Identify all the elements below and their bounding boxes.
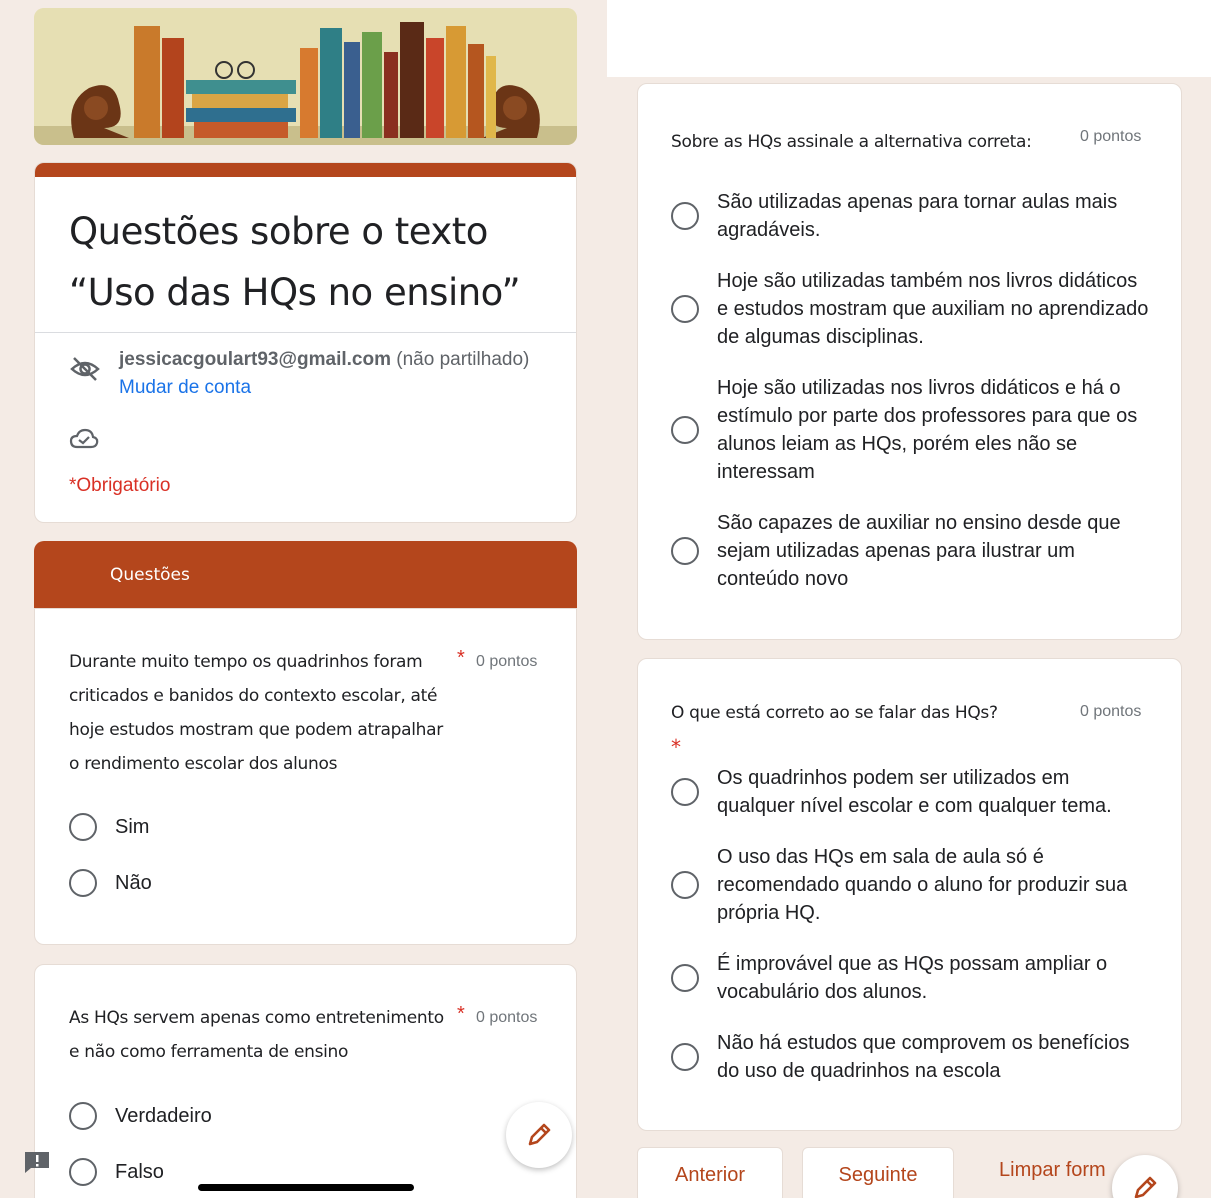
- option-row[interactable]: Não: [69, 869, 152, 897]
- option-row[interactable]: São utilizadas apenas para tornar aulas …: [671, 188, 1151, 244]
- option-row[interactable]: Sim: [69, 813, 149, 841]
- option-label: Os quadrinhos podem ser utilizados em qu…: [717, 767, 1112, 817]
- question-card: Sobre as HQs assinale a alternativa corr…: [637, 83, 1182, 640]
- question-card: Durante muito tempo os quadrinhos foram …: [34, 608, 577, 945]
- option-row[interactable]: Verdadeiro: [69, 1102, 212, 1130]
- section-header: Questões: [34, 541, 577, 608]
- radio-button-icon[interactable]: [69, 813, 97, 841]
- radio-button-icon[interactable]: [671, 964, 699, 992]
- option-label: Hoje são utilizadas nos livros didáticos…: [717, 377, 1138, 483]
- radio-button-icon[interactable]: [69, 1158, 97, 1186]
- question-text: Sobre as HQs assinale a alternativa corr…: [671, 132, 1032, 152]
- option-row[interactable]: Falso: [69, 1158, 164, 1186]
- option-label: Sim: [115, 816, 150, 838]
- radio-button-icon[interactable]: [671, 537, 699, 565]
- required-asterisk: *: [457, 647, 465, 669]
- form-page-left: Questões sobre o texto “Uso das HQs no e…: [0, 0, 607, 1198]
- edit-fab-button[interactable]: [1112, 1155, 1178, 1198]
- question-card: As HQs servem apenas como entretenimento…: [34, 964, 577, 1198]
- option-row[interactable]: Não há estudos que comprovem os benefíci…: [671, 1029, 1151, 1085]
- question-points: 0 pontos: [1080, 128, 1142, 145]
- clear-form-button[interactable]: Limpar form: [999, 1159, 1106, 1182]
- radio-button-icon[interactable]: [671, 416, 699, 444]
- option-label: Hoje são utilizadas também nos livros di…: [717, 270, 1149, 348]
- form-page-right: Sobre as HQs assinale a alternativa corr…: [607, 77, 1211, 1198]
- edit-pencil-icon: [528, 1123, 551, 1146]
- radio-button-icon[interactable]: [671, 295, 699, 323]
- option-row[interactable]: O uso das HQs em sala de aula só é recom…: [671, 843, 1151, 927]
- option-row[interactable]: É improvável que as HQs possam ampliar o…: [671, 950, 1151, 1006]
- question-points: 0 pontos: [476, 653, 538, 670]
- option-label: O uso das HQs em sala de aula só é recom…: [717, 846, 1128, 924]
- question-text: O que está correto ao se falar das HQs? …: [671, 696, 1001, 766]
- report-problem-icon[interactable]: [23, 1150, 51, 1174]
- required-note: *Obrigatório: [69, 475, 171, 496]
- home-indicator: [198, 1184, 414, 1191]
- option-label: Não há estudos que comprovem os benefíci…: [717, 1032, 1130, 1082]
- radio-button-icon[interactable]: [671, 778, 699, 806]
- option-label: Não: [115, 872, 152, 894]
- divider: [35, 332, 576, 333]
- question-text: As HQs servem apenas como entretenimento…: [69, 1008, 444, 1062]
- cloud-check-icon: [69, 428, 99, 449]
- form-title: Questões sobre o texto “Uso das HQs no e…: [69, 210, 521, 314]
- question-text-content: O que está correto ao se falar das HQs?: [671, 703, 998, 723]
- option-row[interactable]: Hoje são utilizadas também nos livros di…: [671, 267, 1151, 351]
- radio-button-icon[interactable]: [69, 1102, 97, 1130]
- visibility-off-icon: [70, 357, 100, 381]
- option-row[interactable]: Os quadrinhos podem ser utilizados em qu…: [671, 764, 1151, 820]
- back-button[interactable]: Anterior: [637, 1147, 783, 1198]
- radio-button-icon[interactable]: [671, 1043, 699, 1071]
- option-label: São capazes de auxiliar no ensino desde …: [717, 512, 1121, 590]
- option-row[interactable]: Hoje são utilizadas nos livros didáticos…: [671, 374, 1151, 486]
- form-title-card: Questões sobre o texto “Uso das HQs no e…: [34, 162, 577, 523]
- option-label: Falso: [115, 1161, 164, 1183]
- title-accent-bar: [35, 163, 576, 177]
- required-asterisk: *: [671, 735, 681, 759]
- option-label: É improvável que as HQs possam ampliar o…: [717, 953, 1108, 1003]
- question-points: 0 pontos: [1080, 703, 1142, 720]
- section-title: Questões: [110, 565, 190, 585]
- account-note: (não partilhado): [396, 349, 530, 370]
- radio-button-icon[interactable]: [671, 202, 699, 230]
- required-asterisk: *: [457, 1003, 465, 1025]
- switch-account-link[interactable]: Mudar de conta: [119, 377, 251, 399]
- option-label: Verdadeiro: [115, 1105, 212, 1127]
- option-row[interactable]: São capazes de auxiliar no ensino desde …: [671, 509, 1151, 593]
- question-text: Durante muito tempo os quadrinhos foram …: [69, 652, 443, 774]
- header-banner-image: [34, 8, 577, 145]
- question-points: 0 pontos: [476, 1009, 538, 1026]
- account-email: jessicacgoulart93@gmail.com: [119, 349, 391, 370]
- edit-pencil-icon: [1134, 1176, 1157, 1198]
- option-label: São utilizadas apenas para tornar aulas …: [717, 191, 1118, 241]
- radio-button-icon[interactable]: [69, 869, 97, 897]
- next-button[interactable]: Seguinte: [802, 1147, 954, 1198]
- question-card: O que está correto ao se falar das HQs? …: [637, 658, 1182, 1131]
- radio-button-icon[interactable]: [671, 871, 699, 899]
- edit-fab-button[interactable]: [506, 1102, 572, 1168]
- account-email-line: jessicacgoulart93@gmail.com (não partilh…: [119, 349, 529, 371]
